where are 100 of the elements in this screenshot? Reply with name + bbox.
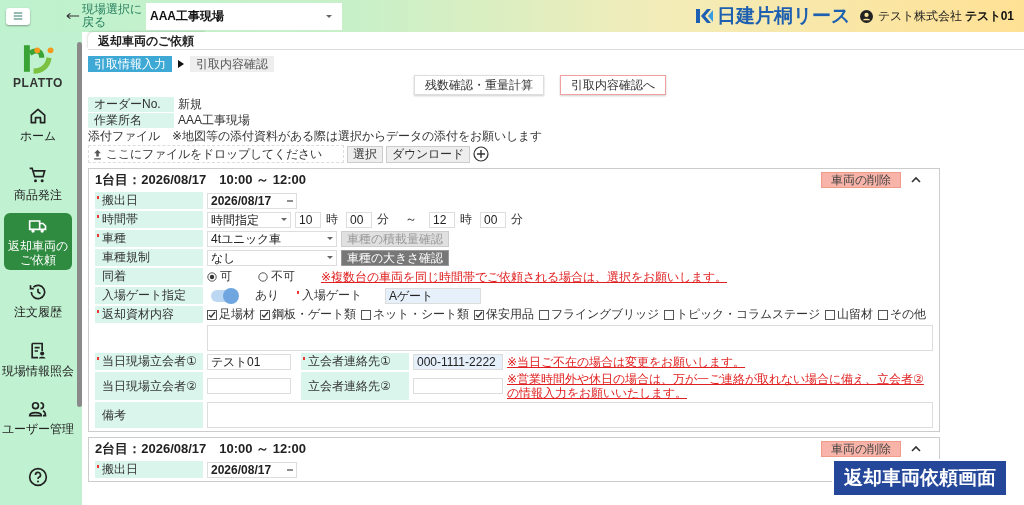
caret-icon [327, 256, 333, 259]
time-unit: 時 [326, 211, 338, 228]
checkbox-option[interactable]: 保安用品 [474, 307, 534, 322]
field-label: 同着 [102, 268, 126, 285]
date-field[interactable]: 2026/08/17 [207, 461, 297, 478]
caption-label: 返却車両依頼画面 [832, 459, 1008, 497]
vehicle-title: 1台目：2026/08/17 10:00 ～ 12:00 [95, 171, 306, 189]
caret-icon [327, 237, 333, 240]
logo-text: PLATTO [13, 76, 63, 90]
delete-vehicle-button[interactable]: 車両の削除 [821, 441, 901, 457]
file-button[interactable]: 選択 [347, 145, 383, 163]
site-select[interactable]: AAA工事現場 [146, 2, 342, 30]
field-label: 当日現場立会者① [102, 353, 197, 370]
drop-zone[interactable]: ここにファイルをドロップしてください [88, 145, 344, 163]
field-label: 車種 [102, 230, 126, 247]
user-icon[interactable] [859, 9, 873, 23]
checkbox-option[interactable]: 鋼板・ゲート類 [260, 307, 356, 322]
gate-field[interactable]: Aゲート [385, 287, 481, 304]
sidebar-item[interactable]: ユーザー管理 [0, 389, 76, 447]
warning-note: ※複数台の車両を同じ時間帯でご依頼される場合は、選択をお願いします。 [321, 269, 728, 284]
field-label: 入場ゲート指定 [102, 287, 186, 304]
menu-icon [11, 10, 25, 22]
remarks-field[interactable] [207, 402, 933, 428]
sidebar-item[interactable]: 現場情報照会 [0, 330, 76, 388]
phone-field[interactable]: 000-1111-2222 [413, 353, 503, 370]
time-field[interactable]: 00 [346, 211, 372, 228]
field-label: 返却資材内容 [102, 306, 174, 323]
vehicle-select[interactable]: 4tユニック車 [207, 230, 337, 247]
person-field[interactable] [207, 378, 291, 394]
sidebar-item[interactable]: 注文履歴 [0, 272, 76, 329]
time-select[interactable]: 時間指定 [207, 211, 291, 228]
info-value: 新規 [178, 97, 203, 112]
checkbox-option[interactable]: ネット・シート類 [361, 307, 469, 322]
caret-icon [326, 14, 332, 18]
vehicle-title: 2台目：2026/08/17 10:00 ～ 12:00 [95, 440, 306, 458]
brand-name: 日建片桐リース [716, 4, 850, 28]
company-name: テスト株式会社 [877, 7, 962, 25]
toggle-switch[interactable] [211, 289, 237, 302]
history-icon [28, 282, 48, 302]
warning-note: ※営業時間外や休日の場合は、万が一ご連絡が取れない場合に備え、立会者②の情報入力をお願いいたします。 [507, 372, 925, 400]
field-label: 搬出日 [102, 192, 138, 209]
phone-field[interactable] [413, 378, 503, 394]
chevron-icon[interactable] [911, 176, 921, 184]
field-label: 立会者連絡先② [308, 377, 391, 395]
sidebar-item[interactable]: 返却車両のご依頼 [4, 213, 72, 271]
info-label: 作業所名 [88, 113, 174, 128]
range-separator: ～ [405, 211, 417, 228]
time-unit: 分 [377, 211, 389, 228]
dash-icon [287, 199, 293, 202]
chevron-icon[interactable] [911, 445, 921, 453]
help-icon [28, 466, 48, 487]
back-arrow-icon [66, 11, 80, 21]
field-label: 備考 [102, 406, 126, 424]
action-button[interactable]: 残数確認・重量計算 [414, 75, 544, 95]
users-icon [28, 399, 48, 420]
person-field[interactable]: テスト01 [207, 353, 291, 370]
check-button[interactable]: 車種の大きさ確認 [341, 249, 449, 266]
toggle-state: あり [255, 287, 279, 304]
field-label: 時間帯 [102, 211, 138, 228]
action-button[interactable]: 引取内容確認へ [560, 75, 666, 95]
info-value: AAA工事現場 [178, 113, 251, 128]
file-button[interactable]: ダウンロード [386, 145, 470, 163]
radio-option[interactable]: 不可 [258, 268, 295, 285]
scrollbar[interactable] [76, 42, 82, 407]
time-unit: 時 [460, 211, 472, 228]
date-field[interactable]: 2026/08/17 [207, 192, 297, 209]
time-field[interactable]: 12 [429, 211, 455, 228]
delete-vehicle-button[interactable]: 車両の削除 [821, 172, 901, 188]
radio-option[interactable]: 可 [207, 268, 232, 285]
user-name: テスト01 [964, 7, 1014, 25]
warning-note: ※当日ご不在の場合は変更をお願いします。 [507, 354, 747, 369]
info-label: オーダーNo. [88, 97, 174, 112]
back-link[interactable]: 現場選択に戻る [66, 3, 146, 29]
checkbox-option[interactable]: その他 [878, 307, 926, 322]
checkbox-option[interactable]: フライングブリッジ [539, 307, 659, 322]
add-icon[interactable] [473, 146, 489, 162]
platto-logo-icon [21, 42, 55, 75]
field-label: 搬出日 [102, 461, 138, 478]
step-arrow-icon [178, 60, 184, 68]
caret-icon [281, 218, 287, 221]
field-label: 当日現場立会者② [102, 377, 197, 395]
drop-hint: ここにファイルをドロップしてください [106, 145, 322, 163]
attachment-note: 添付ファイル ※地図等の添付資料がある際は選択からデータの添付をお願いします [88, 129, 544, 144]
checkbox-option[interactable]: トピック・コラムステージ [664, 307, 820, 322]
time-field[interactable]: 00 [480, 211, 506, 228]
checkbox-option[interactable]: 山留材 [825, 307, 873, 322]
time-unit: 分 [511, 211, 523, 228]
checkbox-option[interactable]: 足場材 [207, 307, 255, 322]
time-field[interactable]: 10 [295, 211, 321, 228]
page-tab[interactable]: 返却車両のご依頼 [88, 32, 206, 49]
step-tab[interactable]: 引取内容確認 [190, 56, 274, 72]
sidebar-item[interactable]: 商品発注 [0, 154, 76, 212]
vehicle-select[interactable]: なし [207, 249, 337, 266]
field-label: 車種規制 [102, 249, 150, 266]
dash-icon [287, 468, 293, 471]
sidebar-item[interactable]: ホーム [0, 96, 76, 153]
field-label: 入場ゲート [302, 288, 362, 302]
upload-icon [93, 148, 102, 160]
document-person-icon [28, 340, 48, 361]
menu-button[interactable] [6, 7, 30, 25]
